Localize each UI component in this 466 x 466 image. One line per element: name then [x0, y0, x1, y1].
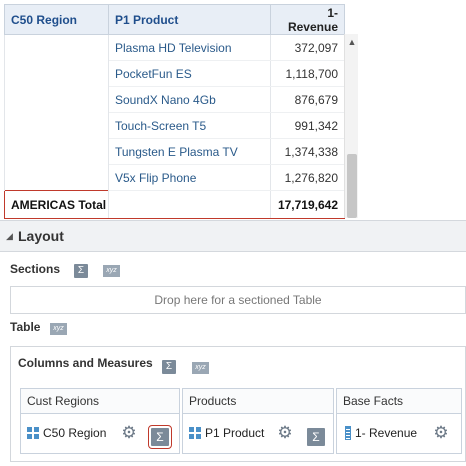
column-group-cust-regions-header: Cust Regions	[20, 388, 180, 414]
scroll-up-arrow-icon[interactable]: ▲	[345, 36, 359, 48]
measure-ruler-icon	[345, 426, 351, 440]
attribute-grid-icon	[189, 427, 201, 439]
region-cell	[4, 164, 109, 191]
gear-icon[interactable]: ⚙	[277, 424, 293, 441]
product-cell[interactable]: Plasma HD Television	[108, 34, 271, 61]
table-row: Plasma HD Television 372,097	[4, 34, 345, 61]
total-row: AMERICAS Total 17,719,642	[4, 190, 345, 219]
columns-measures-label: Columns and Measures	[18, 356, 153, 370]
column-group-base-facts-header: Base Facts	[336, 388, 462, 414]
column-group-products-header: Products	[182, 388, 334, 414]
region-cell	[4, 86, 109, 113]
results-table: C50 Region P1 Product 1- Revenue Plasma …	[4, 4, 345, 219]
product-cell[interactable]: SoundX Nano 4Gb	[108, 86, 271, 113]
table-label: Table	[10, 320, 41, 334]
columns-xyz-icon[interactable]: xyz	[192, 362, 209, 374]
sections-dropzone[interactable]: Drop here for a sectioned Table	[10, 286, 466, 314]
table-xyz-icon[interactable]: xyz	[50, 323, 67, 335]
revenue-cell: 991,342	[270, 112, 345, 139]
table-row: Touch-Screen T5 991,342	[4, 112, 345, 139]
revenue-cell: 876,679	[270, 86, 345, 113]
region-cell	[4, 138, 109, 165]
total-revenue: 17,719,642	[270, 190, 345, 219]
revenue-cell: 372,097	[270, 34, 345, 61]
revenue-cell: 1,374,338	[270, 138, 345, 165]
revenue-cell: 1,118,700	[270, 60, 345, 87]
columns-sum-icon[interactable]: Σ	[162, 360, 176, 374]
scrollbar-thumb[interactable]	[347, 154, 357, 218]
revenue-cell: 1,276,820	[270, 164, 345, 191]
column-header-region[interactable]: C50 Region	[4, 4, 109, 35]
total-label: AMERICAS Total	[4, 190, 109, 219]
product-cell[interactable]: Tungsten E Plasma TV	[108, 138, 271, 165]
table-vertical-scrollbar[interactable]: ▲	[344, 34, 358, 218]
product-cell[interactable]: PocketFun ES	[108, 60, 271, 87]
column-item-c50-region[interactable]: C50 Region	[27, 426, 106, 440]
column-item-revenue[interactable]: 1- Revenue	[345, 426, 417, 440]
sections-xyz-icon[interactable]: xyz	[103, 265, 120, 277]
region-cell	[4, 60, 109, 87]
region-cell	[4, 34, 109, 61]
table-row: V5x Flip Phone 1,276,820	[4, 164, 345, 191]
sections-sum-icon[interactable]: Σ	[74, 264, 88, 278]
column-item-p1-product[interactable]: P1 Product	[189, 426, 264, 440]
table-row: Tungsten E Plasma TV 1,374,338	[4, 138, 345, 165]
product-cell[interactable]: Touch-Screen T5	[108, 112, 271, 139]
collapse-triangle-icon[interactable]: ◢	[6, 231, 13, 242]
column-group-base-facts[interactable]: 1- Revenue ⚙	[336, 414, 462, 454]
column-item-label: 1- Revenue	[355, 426, 418, 440]
gear-icon[interactable]: ⚙	[433, 424, 449, 441]
column-item-label: P1 Product	[205, 426, 265, 440]
layout-panel-header[interactable]: ◢ Layout	[0, 220, 466, 252]
column-sum-icon[interactable]: Σ	[148, 425, 172, 449]
gear-icon[interactable]: ⚙	[121, 424, 137, 441]
table-row: SoundX Nano 4Gb 876,679	[4, 86, 345, 113]
table-row: PocketFun ES 1,118,700	[4, 60, 345, 87]
attribute-grid-icon	[27, 427, 39, 439]
region-cell	[4, 112, 109, 139]
column-header-product[interactable]: P1 Product	[108, 4, 271, 35]
layout-title: Layout	[18, 228, 64, 244]
column-sum-icon[interactable]: Σ	[307, 428, 325, 446]
product-cell[interactable]: V5x Flip Phone	[108, 164, 271, 191]
column-header-revenue[interactable]: 1- Revenue	[270, 4, 345, 35]
table-header-row: C50 Region P1 Product 1- Revenue	[4, 4, 345, 35]
sections-label: Sections	[10, 262, 61, 276]
column-item-label: C50 Region	[43, 426, 107, 440]
column-group-cust-regions[interactable]: C50 Region ⚙ Σ	[20, 414, 180, 454]
total-spacer	[108, 190, 271, 219]
column-group-products[interactable]: P1 Product ⚙ Σ	[182, 414, 334, 454]
